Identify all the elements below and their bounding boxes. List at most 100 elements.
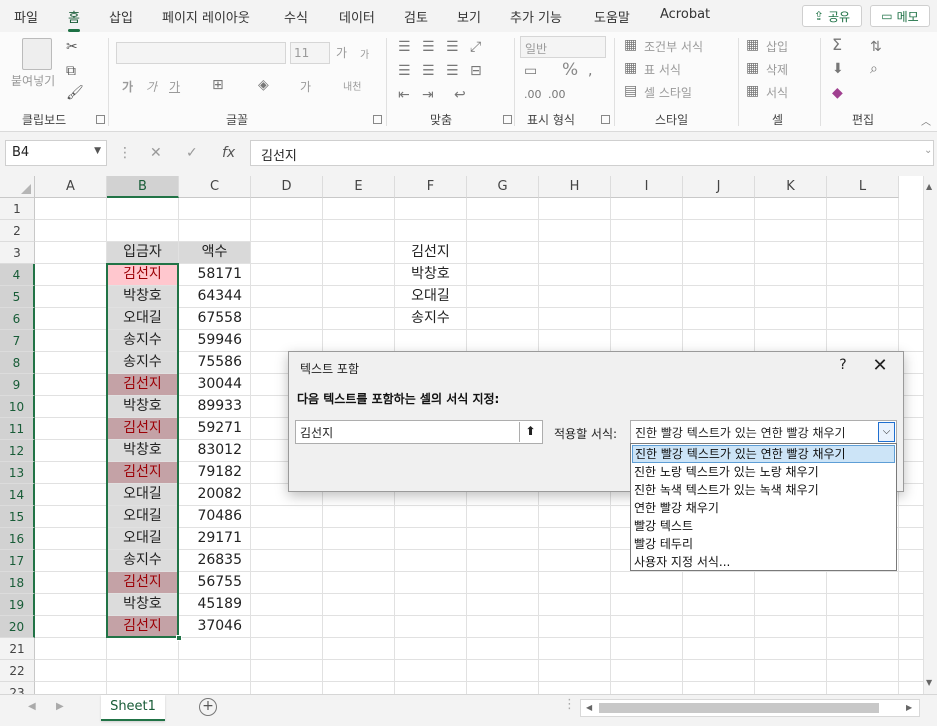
scroll-down-icon[interactable]: ▼ — [926, 678, 932, 687]
phonetic-icon[interactable]: 내천 — [343, 78, 361, 93]
sort-filter-icon[interactable]: ⇅ — [870, 40, 882, 54]
merge-center-icon[interactable]: ⊟ — [470, 64, 482, 78]
conditional-format-button[interactable]: 조건부 서식 — [644, 38, 703, 55]
align-bottom-icon[interactable]: ☰ — [446, 40, 459, 54]
decrease-indent-icon[interactable]: ⇤ — [398, 88, 410, 102]
align-center-icon[interactable]: ☰ — [422, 64, 435, 78]
lookup-name-cell[interactable]: 김선지 — [395, 242, 466, 263]
scroll-left-icon[interactable]: ◀ — [586, 703, 592, 712]
font-launcher-icon[interactable] — [373, 115, 382, 124]
amount-cell[interactable]: 58171 — [179, 264, 250, 285]
cancel-entry-icon[interactable]: ✕ — [150, 145, 162, 161]
scroll-right-icon[interactable]: ▶ — [906, 703, 912, 712]
format-cells-icon[interactable]: ▦ — [746, 84, 759, 98]
tab-home[interactable]: 홈 — [68, 7, 80, 32]
insert-cells-button[interactable]: 삽입 — [766, 38, 788, 55]
row-header[interactable]: 15 — [0, 506, 35, 528]
vertical-scrollbar[interactable]: ▲ ▼ — [923, 176, 937, 694]
tab-data[interactable]: 데이터 — [339, 7, 375, 26]
column-header[interactable]: H — [539, 176, 611, 198]
underline-button[interactable]: 가 — [169, 78, 180, 95]
row-header[interactable]: 11 — [0, 418, 35, 440]
format-option[interactable]: 진한 노랑 텍스트가 있는 노랑 채우기 — [632, 463, 895, 481]
share-button[interactable]: ⇪ 공유 — [802, 5, 862, 27]
lookup-name-cell[interactable]: 박창호 — [395, 264, 466, 285]
decrease-decimal-icon[interactable]: .00 — [548, 88, 566, 102]
increase-decimal-icon[interactable]: .00 — [524, 88, 542, 102]
row-header[interactable]: 14 — [0, 484, 35, 506]
paste-icon[interactable] — [22, 38, 52, 70]
add-sheet-icon[interactable]: + — [199, 698, 217, 716]
conditional-format-icon[interactable]: ▦ — [624, 38, 637, 52]
amount-cell[interactable]: 29171 — [179, 528, 250, 549]
delete-cells-button[interactable]: 삭제 — [766, 61, 788, 78]
clipboard-launcher-icon[interactable] — [96, 115, 105, 124]
fill-handle[interactable] — [176, 635, 182, 641]
italic-button[interactable]: 가 — [146, 78, 157, 95]
insert-function-icon[interactable]: fx — [222, 145, 235, 161]
column-header[interactable]: B — [107, 176, 179, 198]
scroll-thumb[interactable] — [599, 703, 879, 713]
font-color-icon[interactable]: 가 — [300, 78, 311, 95]
amount-cell[interactable]: 45189 — [179, 594, 250, 615]
column-header[interactable]: A — [35, 176, 107, 198]
row-header[interactable]: 8 — [0, 352, 35, 374]
align-top-icon[interactable]: ☰ — [398, 40, 411, 54]
amount-cell[interactable]: 59946 — [179, 330, 250, 351]
tab-review[interactable]: 검토 — [404, 7, 428, 26]
amount-cell[interactable]: 83012 — [179, 440, 250, 461]
number-launcher-icon[interactable] — [601, 115, 610, 124]
amount-cell[interactable]: 26835 — [179, 550, 250, 571]
insert-cells-icon[interactable]: ▦ — [746, 38, 759, 52]
tab-insert[interactable]: 삽입 — [109, 7, 133, 26]
row-header[interactable]: 2 — [0, 220, 35, 242]
column-header[interactable]: J — [683, 176, 755, 198]
select-all-button[interactable] — [0, 176, 35, 198]
column-header[interactable]: I — [611, 176, 683, 198]
amount-cell[interactable]: 75586 — [179, 352, 250, 373]
row-header[interactable]: 13 — [0, 462, 35, 484]
format-option[interactable]: 빨강 테두리 — [632, 535, 895, 553]
header-cell-depositor[interactable]: 입금자 — [107, 242, 178, 263]
column-header[interactable]: F — [395, 176, 467, 198]
row-header[interactable]: 23 — [0, 682, 35, 694]
expand-formula-icon[interactable]: ⌄ — [924, 145, 932, 156]
copy-icon[interactable]: ⧉ — [66, 64, 76, 78]
number-format-select[interactable]: 일반 — [520, 36, 606, 58]
font-size-select[interactable]: 11 — [290, 42, 330, 64]
amount-cell[interactable]: 20082 — [179, 484, 250, 505]
prev-sheet-icon[interactable]: ◀ — [28, 701, 36, 712]
orientation-icon[interactable]: ⤢ — [470, 40, 481, 54]
header-cell-amount[interactable]: 액수 — [179, 242, 250, 263]
formula-input[interactable]: 김선지 — [250, 140, 934, 166]
fill-icon[interactable]: ⬇ — [832, 62, 844, 76]
font-name-select[interactable] — [116, 42, 286, 64]
tab-file[interactable]: 파일 — [14, 7, 38, 26]
tab-page-layout[interactable]: 페이지 레이아웃 — [162, 7, 250, 26]
clear-icon[interactable]: ◆ — [832, 86, 843, 100]
increase-indent-icon[interactable]: ⇥ — [422, 88, 434, 102]
amount-cell[interactable]: 37046 — [179, 616, 250, 637]
text-input[interactable]: 김선지 — [295, 420, 543, 444]
row-header[interactable]: 5 — [0, 286, 35, 308]
tab-acrobat[interactable]: Acrobat — [660, 7, 710, 22]
format-option[interactable]: 빨강 텍스트 — [632, 517, 895, 535]
format-as-table-button[interactable]: 표 서식 — [644, 61, 681, 78]
format-option[interactable]: 사용자 지정 서식... — [632, 553, 895, 571]
format-option[interactable]: 연한 빨강 채우기 — [632, 499, 895, 517]
align-middle-icon[interactable]: ☰ — [422, 40, 435, 54]
format-painter-icon[interactable]: 🖌 — [66, 86, 84, 100]
comma-style-icon[interactable]: , — [588, 64, 592, 78]
row-header[interactable]: 17 — [0, 550, 35, 572]
help-button[interactable]: ? — [832, 357, 854, 373]
column-header[interactable]: L — [827, 176, 899, 198]
alignment-launcher-icon[interactable] — [503, 115, 512, 124]
shrink-font-icon[interactable]: 가 — [360, 46, 369, 61]
scroll-up-icon[interactable]: ▲ — [926, 182, 932, 191]
amount-cell[interactable]: 70486 — [179, 506, 250, 527]
delete-cells-icon[interactable]: ▦ — [746, 61, 759, 75]
row-header[interactable]: 22 — [0, 660, 35, 682]
amount-cell[interactable]: 30044 — [179, 374, 250, 395]
paste-button-label[interactable]: 붙여넣기 — [11, 72, 55, 89]
format-option[interactable]: 진한 녹색 텍스트가 있는 녹색 채우기 — [632, 481, 895, 499]
